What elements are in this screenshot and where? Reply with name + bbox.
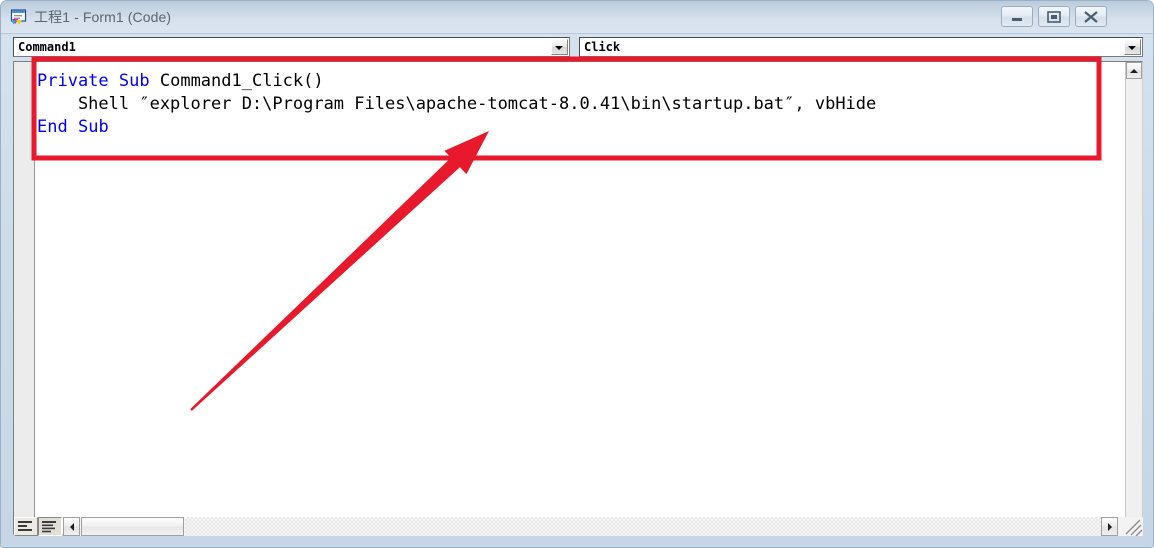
triangle-left-icon	[70, 523, 74, 531]
procedure-view-button[interactable]	[14, 517, 38, 536]
object-dropdown-value: Command1	[18, 40, 76, 54]
vb-form-icon	[10, 8, 28, 26]
code-token: Shell ″explorer D:\Program Files\apache-…	[37, 94, 877, 114]
triangle-right-icon	[1108, 523, 1112, 531]
margin-indicator-bar[interactable]	[14, 62, 35, 534]
code-content[interactable]: Private Sub Command1_Click() Shell ″expl…	[37, 70, 1142, 139]
triangle-up-icon	[1130, 69, 1138, 73]
horizontal-scrollbar-thumb[interactable]	[81, 517, 184, 536]
chevron-down-icon[interactable]	[551, 39, 568, 55]
close-icon	[1084, 11, 1098, 23]
title-bar: 工程1 - Form1 (Code)	[1, 1, 1153, 34]
code-line: Private Sub Command1_Click()	[37, 70, 1142, 93]
horizontal-scrollbar[interactable]	[63, 517, 1143, 537]
procedure-dropdown[interactable]: Click	[579, 37, 1143, 57]
horizontal-scrollbar-track[interactable]	[185, 517, 1101, 536]
code-token: End	[37, 117, 68, 137]
scroll-up-button[interactable]	[1126, 62, 1142, 79]
resize-grip-icon	[1125, 519, 1143, 537]
object-dropdown[interactable]: Command1	[13, 37, 570, 57]
code-line: End Sub	[37, 116, 1142, 139]
minimize-icon	[1012, 18, 1022, 21]
full-module-view-icon	[42, 521, 56, 533]
code-window-toolbar: Command1 Click	[1, 34, 1153, 60]
procedure-dropdown-value: Click	[584, 40, 621, 54]
code-line: Shell ″explorer D:\Program Files\apache-…	[37, 93, 1142, 116]
maximize-button[interactable]	[1038, 6, 1070, 27]
scroll-left-button[interactable]	[63, 517, 80, 536]
code-token: Command1_Click()	[149, 71, 324, 91]
procedure-view-icon	[18, 521, 32, 531]
code-token: Sub	[118, 71, 150, 91]
editor-bottom-bar	[13, 517, 1143, 537]
close-button[interactable]	[1075, 6, 1107, 27]
full-module-view-button[interactable]	[38, 517, 62, 536]
resize-grip[interactable]	[1123, 517, 1143, 537]
scroll-right-button[interactable]	[1101, 517, 1118, 536]
vertical-scrollbar[interactable]	[1125, 62, 1142, 534]
minimize-button[interactable]	[1001, 6, 1033, 27]
chevron-down-icon[interactable]	[1124, 39, 1141, 55]
code-token: Private	[37, 71, 109, 91]
restore-icon	[1047, 11, 1061, 23]
window-title: 工程1 - Form1 (Code)	[34, 9, 172, 25]
code-editor[interactable]: Private Sub Command1_Click() Shell ″expl…	[13, 61, 1143, 535]
code-token: Sub	[77, 117, 109, 137]
vb-code-window: 工程1 - Form1 (Code) Command1 Click Privat…	[0, 0, 1154, 548]
